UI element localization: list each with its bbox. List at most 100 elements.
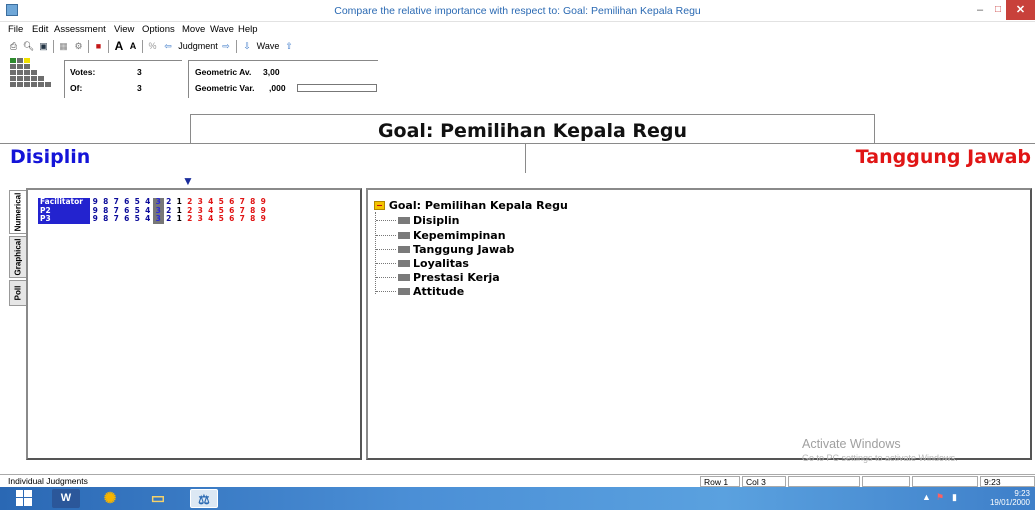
left-criterion: Disiplin (10, 146, 91, 168)
geo-var-label: Geometric Var. (195, 83, 255, 93)
print-icon[interactable]: ⎙ (7, 39, 20, 54)
preview-icon[interactable]: 🔍︎ (22, 39, 35, 54)
tree-node-tanggung-jawab[interactable]: Tanggung Jawab (376, 243, 514, 256)
goal-title: Goal: Pemilihan Kepala Regu (377, 120, 688, 142)
judgment-cell[interactable]: 8 (101, 214, 112, 224)
tab-graphical[interactable]: Graphical (9, 236, 26, 278)
wave-label[interactable]: Wave (256, 39, 280, 54)
judgment-cell[interactable]: 4 (206, 214, 217, 224)
node-icon (398, 260, 410, 267)
tray-arrow-icon[interactable]: ▲ (922, 493, 931, 502)
votes-label: Votes: (70, 67, 96, 77)
of-label: Of: (70, 83, 83, 93)
title-bar: Compare the relative importance with res… (0, 0, 1035, 22)
judgment-cell[interactable]: 5 (132, 214, 143, 224)
tab-poll[interactable]: Poll (9, 280, 26, 306)
status-col: Col 3 (742, 476, 786, 487)
participant-name: P3 (38, 214, 90, 224)
judgment-table: Facilitator 9 8 7 6 5 4 3 2 1 2 3 4 5 6 7 8 9 P2 9 8 7 6 5 4 3 2 1 2… (38, 197, 269, 224)
tree-node-loyalitas[interactable]: Loyalitas (376, 257, 469, 270)
geo-av-value: 3,00 (263, 67, 280, 77)
folder-icon[interactable]: ▭ (144, 489, 172, 508)
status-mode: Individual Judgments (8, 476, 88, 486)
collapse-icon[interactable] (374, 201, 385, 210)
status-row: Row 1 (700, 476, 740, 487)
tray-flag-icon[interactable]: ⚑ (936, 493, 944, 502)
judgment-cell[interactable]: 6 (122, 214, 133, 224)
font-larger-icon[interactable]: A (112, 39, 126, 54)
window-title: Compare the relative importance with res… (334, 5, 701, 17)
windows-start-icon[interactable] (10, 489, 38, 508)
tree-root-label: Goal: Pemilihan Kepala Regu (388, 199, 568, 212)
judgment-cell[interactable]: 5 (216, 214, 227, 224)
judgment-cell[interactable]: 3 (195, 214, 206, 224)
judgment-cell[interactable]: 8 (248, 214, 259, 224)
minimize-button[interactable]: – (972, 0, 988, 20)
status-empty-1 (788, 476, 860, 487)
status-bar: Individual Judgments Row 1 Col 3 9:23 (0, 474, 1035, 487)
menu-options[interactable]: Options (142, 24, 175, 35)
wave-up-icon[interactable]: ⇧ (282, 39, 296, 54)
geo-av-label: Geometric Av. (195, 67, 252, 77)
menu-file[interactable]: File (8, 24, 23, 35)
hierarchy-panel: Goal: Pemilihan Kepala Regu Disiplin Kep… (366, 188, 1032, 463)
tray-time: 9:23 (1014, 489, 1030, 498)
votes-box: Votes: 3 Of: 3 (64, 60, 182, 98)
tree-node-disiplin[interactable]: Disiplin (376, 214, 459, 227)
judgment-cell[interactable]: 2 (185, 214, 196, 224)
tree-node-attitude[interactable]: Attitude (376, 285, 464, 298)
menu-help[interactable]: Help (238, 24, 258, 35)
tray-network-icon[interactable]: ▮ (952, 493, 957, 502)
judgment-cell[interactable]: 9 (90, 214, 101, 224)
matrix-grid-icon (10, 58, 58, 92)
menu-wave[interactable]: Wave (210, 24, 234, 35)
menu-move[interactable]: Move (182, 24, 205, 35)
menu-edit[interactable]: Edit (32, 24, 48, 35)
node-icon (398, 288, 410, 295)
tree-node-prestasi-kerja[interactable]: Prestasi Kerja (376, 271, 500, 284)
geo-var-value: ,000 (269, 83, 286, 93)
close-button[interactable]: ✕ (1006, 0, 1035, 20)
book-icon[interactable]: ■ (92, 39, 105, 54)
tree-root[interactable]: Goal: Pemilihan Kepala Regu (374, 199, 568, 212)
tab-numerical[interactable]: Numerical (9, 190, 26, 234)
menu-view[interactable]: View (114, 24, 134, 35)
right-criterion: Tanggung Jawab (855, 146, 1031, 168)
judgment-cell[interactable]: 3 (153, 214, 164, 224)
node-icon (398, 217, 410, 224)
activation-watermark-subtitle: Go to PC settings to activate Windows. (802, 453, 958, 463)
node-icon (398, 232, 410, 239)
taskbar: W ✺ ▭ ⚖ ▲ ⚑ ▮ 9:23 19/01/2000 (0, 487, 1035, 510)
activation-watermark-title: Activate Windows (802, 437, 901, 451)
wave-down-icon[interactable]: ⇩ (240, 39, 254, 54)
judgment-prev-icon[interactable]: ⇦ (161, 39, 175, 54)
judgment-cell[interactable]: 9 (258, 214, 269, 224)
settings-icon[interactable]: ⚙ (72, 39, 85, 54)
maximize-button[interactable]: □ (990, 0, 1006, 20)
app-gear-icon[interactable]: ✺ (96, 489, 124, 508)
judgment-label[interactable]: Judgment (177, 39, 219, 54)
judgment-panel: Facilitator 9 8 7 6 5 4 3 2 1 2 3 4 5 6 7 8 9 P2 9 8 7 6 5 4 3 2 1 2… (26, 188, 362, 460)
status-time: 9:23 (980, 476, 1035, 487)
expert-choice-icon[interactable]: ⚖ (190, 489, 218, 508)
save-icon[interactable]: ▣ (37, 39, 50, 54)
of-value: 3 (137, 83, 142, 93)
selection-arrow-icon: ▼ (182, 174, 194, 188)
judgment-cell[interactable]: 6 (227, 214, 238, 224)
tree-node-kepemimpinan[interactable]: Kepemimpinan (376, 229, 506, 242)
tray-clock[interactable]: 9:23 19/01/2000 (978, 489, 1030, 507)
judgment-cell[interactable]: 2 (164, 214, 175, 224)
judgment-cell[interactable]: 7 (237, 214, 248, 224)
percent-icon[interactable]: % (146, 39, 159, 54)
node-icon (398, 246, 410, 253)
font-smaller-icon[interactable]: A (127, 39, 139, 54)
matrix-icon[interactable]: ▦ (57, 39, 70, 54)
judgment-row[interactable]: P3 9 8 7 6 5 4 3 2 1 2 3 4 5 6 7 8 9 (38, 214, 269, 224)
judgment-cell[interactable]: 4 (143, 214, 154, 224)
menu-assessment[interactable]: Assessment (54, 24, 106, 35)
judgment-next-icon[interactable]: ⇨ (219, 39, 233, 54)
status-empty-2 (862, 476, 910, 487)
word-icon[interactable]: W (52, 489, 80, 508)
judgment-cell-equal[interactable]: 1 (174, 214, 185, 224)
judgment-cell[interactable]: 7 (111, 214, 122, 224)
